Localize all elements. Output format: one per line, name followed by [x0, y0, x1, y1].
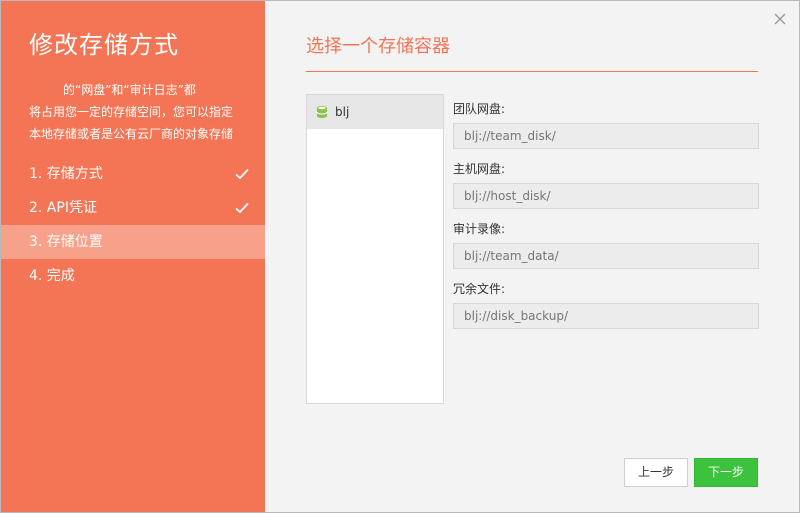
- step-label: 2. API凭证: [29, 200, 97, 216]
- container-name: blj: [335, 105, 350, 119]
- field-audit-record: 审计录像:: [453, 221, 759, 269]
- close-icon[interactable]: [773, 11, 787, 25]
- description-line-1: 的“网盘”和“审计日志”都: [63, 83, 196, 97]
- path-fields: 团队网盘: 主机网盘: 审计录像: 冗余文件:: [453, 101, 759, 341]
- dialog-title: 修改存储方式: [29, 31, 179, 59]
- description-line-2: 将占用您一定的存储空间，您可以指定: [29, 105, 234, 119]
- container-item-blj[interactable]: blj: [307, 95, 443, 129]
- step-label: 4. 完成: [29, 268, 75, 284]
- checkmark-icon: [235, 167, 249, 181]
- host-disk-input[interactable]: [453, 183, 759, 209]
- right-panel: 选择一个存储容器 blj 团队网盘: blj://team_disk/ 主机网盘…: [265, 1, 799, 512]
- description-line-3: 本地存储或者是公有云厂商的对象存储: [29, 127, 234, 141]
- field-redundant-files: 冗余文件:: [453, 281, 759, 329]
- step-storage-location[interactable]: 3. 存储位置: [1, 225, 265, 259]
- next-button[interactable]: 下一步: [694, 458, 758, 487]
- step-api-credential[interactable]: 2. API凭证: [1, 191, 265, 225]
- checkmark-icon: [235, 201, 249, 215]
- left-panel: 修改存储方式 的“网盘”和“审计日志”都 将占用您一定的存储空间，您可以指定 本…: [1, 1, 265, 512]
- redundant-files-input[interactable]: [453, 303, 759, 329]
- section-title: 选择一个存储容器: [306, 36, 450, 57]
- field-label: 团队网盘:: [453, 102, 506, 116]
- field-label: 审计录像:: [453, 222, 506, 236]
- description: 的“网盘”和“审计日志”都 将占用您一定的存储空间，您可以指定 本地存储或者是公…: [29, 79, 241, 145]
- team-disk-input[interactable]: [453, 123, 759, 149]
- step-list: 1. 存储方式 2. API凭证 3. 存储位置 4. 完成: [1, 157, 265, 293]
- field-host-disk: 主机网盘:: [453, 161, 759, 209]
- prev-button[interactable]: 上一步: [624, 458, 688, 487]
- field-team-disk: 团队网盘:: [453, 101, 759, 149]
- step-complete[interactable]: 4. 完成: [1, 259, 265, 293]
- container-list: blj: [306, 94, 444, 404]
- title-divider: [306, 71, 758, 72]
- field-label: 主机网盘:: [453, 162, 506, 176]
- storage-dialog: 修改存储方式 的“网盘”和“审计日志”都 将占用您一定的存储空间，您可以指定 本…: [0, 0, 800, 513]
- audit-record-input[interactable]: [453, 243, 759, 269]
- step-storage-method[interactable]: 1. 存储方式: [1, 157, 265, 191]
- step-label: 3. 存储位置: [29, 234, 103, 250]
- database-icon: [315, 105, 329, 119]
- field-label: 冗余文件:: [453, 282, 506, 296]
- step-label: 1. 存储方式: [29, 166, 103, 182]
